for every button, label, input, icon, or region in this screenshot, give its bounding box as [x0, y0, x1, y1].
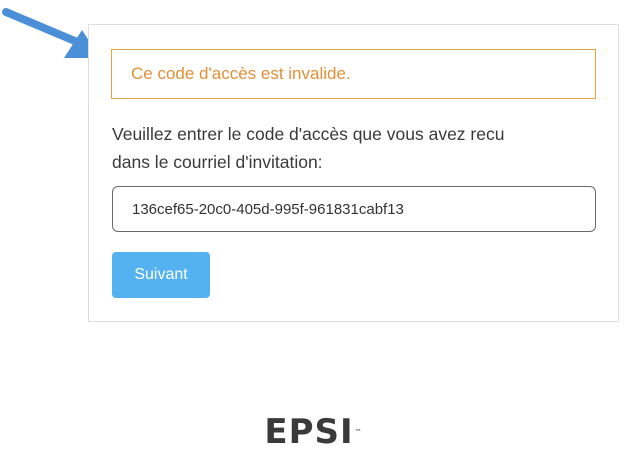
- instructions-line-2: dans le courriel d'invitation:: [112, 152, 323, 172]
- access-code-card: Ce code d'accès est invalide. Veuillez e…: [88, 24, 619, 322]
- trademark-mark: ™: [354, 428, 363, 436]
- error-alert: Ce code d'accès est invalide.: [111, 49, 596, 99]
- instructions-line-1: Veuillez entrer le code d'accès que vous…: [112, 124, 505, 144]
- access-code-input[interactable]: [112, 186, 596, 232]
- next-button[interactable]: Suivant: [112, 252, 210, 298]
- error-message: Ce code d'accès est invalide.: [131, 64, 351, 83]
- instructions-text: Veuillez entrer le code d'accès que vous…: [112, 120, 592, 176]
- logo-text: EPSI: [264, 412, 354, 452]
- epsi-logo: EPSI™: [0, 412, 627, 452]
